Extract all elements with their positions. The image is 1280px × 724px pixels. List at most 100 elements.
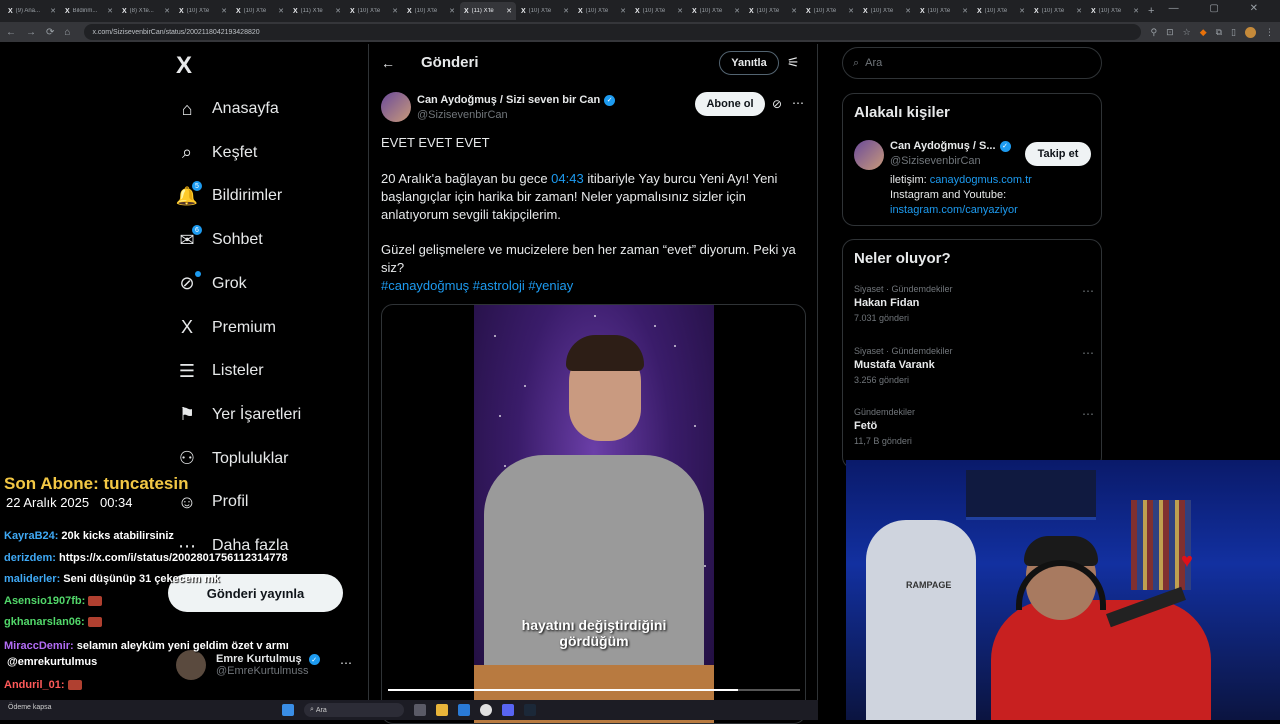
nav-item-3[interactable]: ✉ 6 Sohbet xyxy=(176,225,263,255)
avatar[interactable] xyxy=(854,140,884,170)
close-icon[interactable]: ✕ xyxy=(620,7,626,15)
hashtags[interactable]: #canaydoğmuş #astroloji #yeniay xyxy=(381,277,801,295)
bio-link[interactable]: instagram.com/canyaziyor xyxy=(890,203,1090,218)
star-icon[interactable]: ☆ xyxy=(1183,27,1191,38)
close-icon[interactable]: ✕ xyxy=(221,7,227,15)
steam-icon[interactable] xyxy=(524,704,536,716)
back-arrow-icon[interactable]: ← xyxy=(381,55,395,71)
window-controls[interactable]: — ▢ ✕ xyxy=(1169,3,1272,14)
close-icon[interactable]: ✕ xyxy=(1076,7,1082,15)
extension-icon[interactable]: ◆ xyxy=(1200,27,1207,38)
menu-icon[interactable]: ⋮ xyxy=(1265,27,1274,38)
browser-tab[interactable]: X (10) X'te ✕ xyxy=(403,2,459,20)
trend-item[interactable]: Gündemdekiler Fetö 11,7 B gönderi ⋯ xyxy=(854,407,1094,446)
browser-tab[interactable]: X (10) X'te ✕ xyxy=(346,2,402,20)
subscribe-button[interactable]: Abone ol xyxy=(695,92,765,116)
trend-item[interactable]: Siyaset · Gündemdekiler Mustafa Varank 3.2… xyxy=(854,346,1094,385)
close-icon[interactable]: ✕ xyxy=(1133,7,1139,15)
bio-link[interactable]: canaydogmus.com.tr xyxy=(930,174,1032,186)
close-icon[interactable]: ✕ xyxy=(164,7,170,15)
nav-item-5[interactable]: X Premium xyxy=(176,313,276,343)
more-icon[interactable]: ⋯ xyxy=(792,96,804,110)
nav-item-1[interactable]: ⌕ Keşfet xyxy=(176,138,257,168)
new-tab-icon[interactable]: + xyxy=(1148,5,1154,17)
video-player[interactable]: hayatını değiştirdiğini gördüğüm xyxy=(381,304,806,724)
nav-item-7[interactable]: ⚑ Yer İşaretleri xyxy=(176,400,301,430)
related-handle[interactable]: @SizisevenbirCan xyxy=(890,155,981,167)
more-icon[interactable]: ⋯ xyxy=(1082,284,1094,298)
browser-tab[interactable]: X (10) X'te ✕ xyxy=(631,2,687,20)
close-icon[interactable]: ✕ xyxy=(734,7,740,15)
related-name-row[interactable]: Can Aydoğmuş / S... ✓ xyxy=(890,140,1011,152)
browser-tab[interactable]: X (10) X'te ✕ xyxy=(232,2,288,20)
store-icon[interactable] xyxy=(458,704,470,716)
windows-start-icon[interactable] xyxy=(282,704,294,716)
url-field[interactable]: x.com/SizisevenbirCan/status/20021180421… xyxy=(84,24,1142,40)
nav-item-8[interactable]: ⚇ Topluluklar xyxy=(176,444,289,474)
browser-tab[interactable]: X (10) X'te ✕ xyxy=(574,2,630,20)
browser-tab[interactable]: X (10) X'te ✕ xyxy=(688,2,744,20)
browser-avatar[interactable] xyxy=(1245,26,1256,38)
author-avatar[interactable] xyxy=(381,92,411,122)
tweet-time-link[interactable]: 04:43 xyxy=(551,171,584,186)
follow-button[interactable]: Takip et xyxy=(1025,142,1091,166)
browser-tab[interactable]: X (10) X'te ✕ xyxy=(859,2,915,20)
extensions-puzzle-icon[interactable]: ⧉ xyxy=(1216,27,1222,38)
close-icon[interactable]: ✕ xyxy=(107,7,113,15)
close-icon[interactable]: ✕ xyxy=(905,7,911,15)
file-explorer-icon[interactable] xyxy=(436,704,448,716)
nav-item-0[interactable]: ⌂ Anasayfa xyxy=(176,94,279,124)
author-handle[interactable]: @SizisevenbirCan xyxy=(417,109,508,121)
reload-icon[interactable]: ⟳ xyxy=(46,27,54,38)
account-switcher[interactable]: Emre Kurtulmuş ✓ @EmreKurtulmuss ⋯ xyxy=(176,648,356,682)
close-icon[interactable]: ✕ xyxy=(506,7,512,15)
video-progress-bar[interactable] xyxy=(388,689,800,691)
close-icon[interactable]: ✕ xyxy=(50,7,56,15)
task-view-icon[interactable] xyxy=(414,704,426,716)
browser-tab[interactable]: X (10) X'te ✕ xyxy=(916,2,972,20)
browser-tab[interactable]: X (11) X'te ✕ xyxy=(460,2,516,20)
browser-tab[interactable]: X (10) X'te ✕ xyxy=(517,2,573,20)
browser-tab[interactable]: X Bildirim... ✕ xyxy=(61,2,117,20)
filter-icon[interactable]: ⚟ xyxy=(787,54,800,71)
close-icon[interactable]: ✕ xyxy=(563,7,569,15)
close-icon[interactable]: ✕ xyxy=(449,7,455,15)
browser-tab[interactable]: X (10) X'te ✕ xyxy=(973,2,1029,20)
chrome-icon[interactable] xyxy=(480,704,492,716)
author-name-row[interactable]: Can Aydoğmuş / Sizi seven bir Can ✓ xyxy=(417,94,616,106)
more-icon[interactable]: ⋯ xyxy=(1082,346,1094,360)
more-icon[interactable]: ⋯ xyxy=(340,656,352,670)
close-icon[interactable]: ✕ xyxy=(848,7,854,15)
close-icon[interactable]: ✕ xyxy=(791,7,797,15)
close-icon[interactable]: ✕ xyxy=(677,7,683,15)
reply-button[interactable]: Yanıtla xyxy=(719,51,779,75)
close-icon[interactable]: ✕ xyxy=(335,7,341,15)
browser-tab[interactable]: X (10) X'te ✕ xyxy=(1030,2,1086,20)
browser-tab[interactable]: X (10) X'te ✕ xyxy=(802,2,858,20)
nav-item-4[interactable]: ⊘ Grok xyxy=(176,269,247,299)
forward-icon[interactable]: → xyxy=(26,27,36,38)
browser-tab[interactable]: X (10) X'te ✕ xyxy=(745,2,801,20)
close-icon[interactable]: ✕ xyxy=(962,7,968,15)
nav-item-6[interactable]: ☰ Listeler xyxy=(176,356,264,386)
close-icon[interactable]: ✕ xyxy=(1019,7,1025,15)
trend-item[interactable]: Siyaset · Gündemdekiler Hakan Fidan 7.031 … xyxy=(854,284,1094,323)
grok-icon[interactable]: ⊘ xyxy=(772,97,782,111)
close-icon[interactable]: ✕ xyxy=(278,7,284,15)
x-logo[interactable]: X xyxy=(176,52,192,80)
discord-icon[interactable] xyxy=(502,704,514,716)
zoom-icon[interactable]: ⚲ xyxy=(1150,27,1157,38)
more-icon[interactable]: ⋯ xyxy=(1082,407,1094,421)
close-icon[interactable]: ✕ xyxy=(392,7,398,15)
nav-item-2[interactable]: 🔔 5 Bildirimler xyxy=(176,181,282,211)
browser-tab[interactable]: X (10) X'te ✕ xyxy=(175,2,231,20)
related-name[interactable]: Can Aydoğmuş / S... xyxy=(890,140,996,152)
browser-tab[interactable]: X (8) X'te... ✕ xyxy=(118,2,174,20)
search-input[interactable]: ⌕ Ara xyxy=(842,47,1102,79)
browser-tab[interactable]: X (9) Ana... ✕ xyxy=(4,2,60,20)
back-icon[interactable]: ← xyxy=(6,27,16,38)
author-name[interactable]: Can Aydoğmuş / Sizi seven bir Can xyxy=(417,94,600,106)
browser-tab[interactable]: X (11) X'te ✕ xyxy=(289,2,345,20)
taskbar-search[interactable]: ⌕ Ara xyxy=(304,703,404,717)
install-icon[interactable]: ⊡ xyxy=(1166,27,1174,38)
